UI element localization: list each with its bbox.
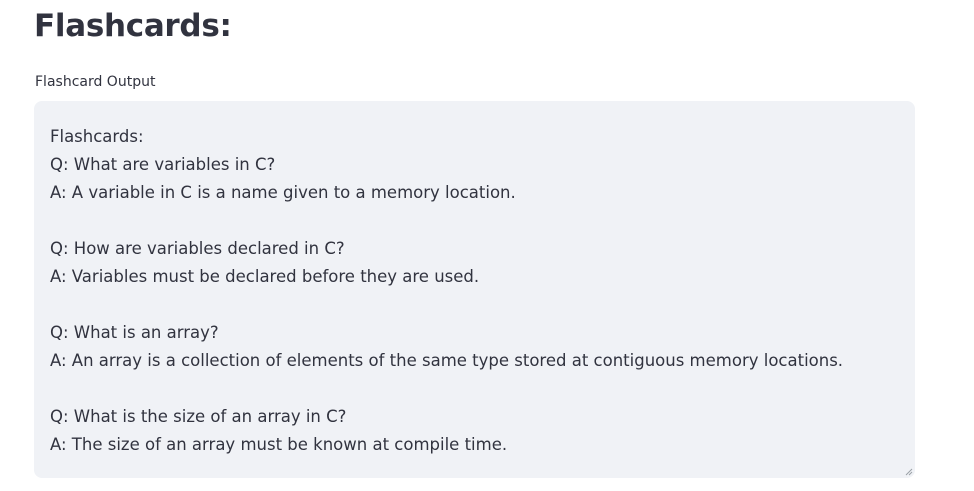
flashcard-question: Q: What is the size of an array in C? (50, 407, 347, 426)
page-title: Flashcards: (34, 8, 232, 44)
flashcard-question: Q: What is an array? (50, 323, 219, 342)
flashcard-question: Q: How are variables declared in C? (50, 239, 345, 258)
flashcard-answer: A: An array is a collection of elements … (50, 351, 844, 370)
flashcard-answer: A: A variable in C is a name given to a … (50, 183, 516, 202)
flashcard-answer: A: The size of an array must be known at… (50, 435, 508, 454)
resize-handle-icon[interactable] (905, 468, 913, 476)
flashcard-answer: A: Variables must be declared before the… (50, 267, 480, 286)
flashcard-output-label: Flashcard Output (35, 74, 156, 90)
flashcard-output-textarea[interactable]: Flashcards: Q: What are variables in C? … (34, 101, 915, 478)
output-header: Flashcards: (50, 127, 144, 146)
textarea-content: Flashcards: Q: What are variables in C? … (50, 123, 901, 459)
flashcard-question: Q: What are variables in C? (50, 155, 276, 174)
